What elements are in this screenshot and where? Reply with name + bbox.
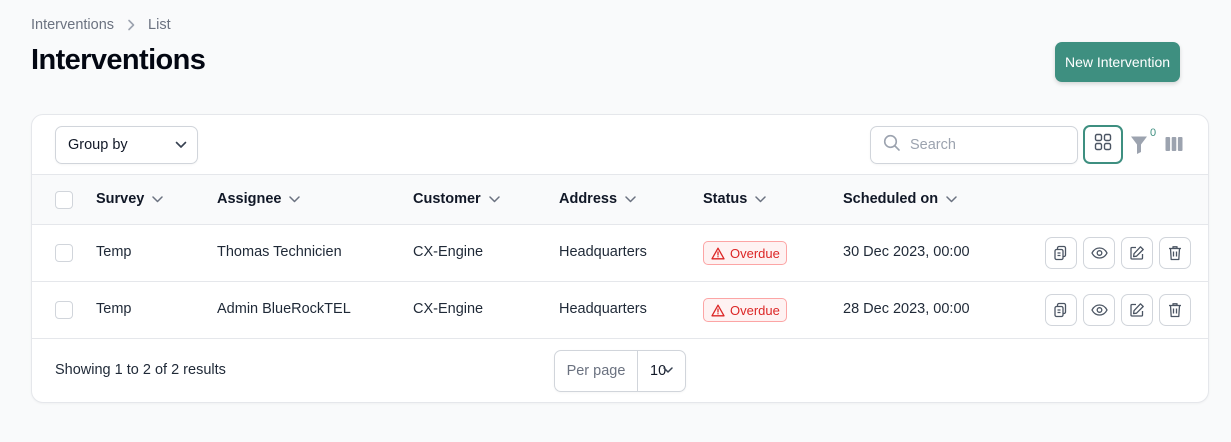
chevron-right-icon bbox=[127, 19, 135, 31]
results-summary: Showing 1 to 2 of 2 results bbox=[55, 362, 226, 378]
per-page-select: Per page 10 bbox=[554, 350, 686, 392]
per-page-label: Per page bbox=[555, 351, 638, 391]
warning-icon bbox=[711, 247, 725, 259]
status-label: Overdue bbox=[730, 302, 780, 318]
scheduled-cell: 28 Dec 2023, 00:00 bbox=[843, 301, 970, 317]
table-row[interactable]: Temp Admin BlueRockTEL CX-Engine Headqua… bbox=[32, 282, 1208, 339]
search-box bbox=[870, 126, 1078, 164]
assignee-cell: Admin BlueRockTEL bbox=[217, 301, 351, 317]
assignee-cell: Thomas Technicien bbox=[217, 244, 342, 260]
filter-count-badge: 0 bbox=[1149, 127, 1157, 139]
survey-cell: Temp bbox=[96, 301, 132, 317]
column-label: Assignee bbox=[217, 191, 282, 207]
group-by-select[interactable]: Group by bbox=[55, 126, 198, 164]
replicate-icon bbox=[1054, 245, 1067, 261]
edit-button[interactable] bbox=[1121, 237, 1153, 269]
column-header-customer[interactable]: Customer bbox=[413, 191, 500, 207]
filter-button[interactable] bbox=[1130, 135, 1148, 155]
delete-icon bbox=[1169, 246, 1181, 261]
customer-cell: CX-Engine bbox=[413, 244, 484, 260]
column-label: Customer bbox=[413, 191, 481, 207]
page-title: Interventions bbox=[31, 44, 206, 76]
grid-view-button[interactable] bbox=[1083, 125, 1123, 164]
row-checkbox[interactable] bbox=[55, 301, 73, 319]
status-badge: Overdue bbox=[703, 298, 787, 322]
breadcrumb-parent[interactable]: Interventions bbox=[31, 17, 114, 33]
columns-icon bbox=[1165, 137, 1183, 156]
table-row[interactable]: Temp Thomas Technicien CX-Engine Headqua… bbox=[32, 225, 1208, 282]
column-header-survey[interactable]: Survey bbox=[96, 191, 164, 207]
breadcrumb-current: List bbox=[148, 17, 171, 33]
search-input[interactable] bbox=[910, 137, 1060, 153]
column-header-scheduled-on[interactable]: Scheduled on bbox=[843, 191, 957, 207]
table-header: Survey Assignee Customer Address Status … bbox=[32, 175, 1208, 225]
customer-cell: CX-Engine bbox=[413, 301, 484, 317]
status-label: Overdue bbox=[730, 245, 780, 261]
address-cell: Headquarters bbox=[559, 301, 647, 317]
edit-icon bbox=[1130, 246, 1144, 260]
delete-button[interactable] bbox=[1159, 237, 1191, 269]
column-label: Status bbox=[703, 191, 748, 207]
row-checkbox[interactable] bbox=[55, 244, 73, 262]
table-toolbar: Group by 0 bbox=[32, 115, 1208, 175]
survey-cell: Temp bbox=[96, 244, 132, 260]
status-badge: Overdue bbox=[703, 241, 787, 265]
chevron-down-icon bbox=[289, 195, 301, 203]
group-by-label: Group by bbox=[68, 137, 128, 153]
search-icon bbox=[883, 134, 901, 157]
chevron-down-icon bbox=[488, 195, 500, 203]
view-button[interactable] bbox=[1083, 294, 1115, 326]
interventions-table-card: Group by 0 bbox=[31, 114, 1209, 403]
column-header-address[interactable]: Address bbox=[559, 191, 636, 207]
edit-icon bbox=[1130, 303, 1144, 317]
delete-button[interactable] bbox=[1159, 294, 1191, 326]
replicate-icon bbox=[1054, 302, 1067, 318]
column-header-status[interactable]: Status bbox=[703, 191, 767, 207]
chevron-down-icon bbox=[175, 137, 187, 153]
grid-icon bbox=[1094, 133, 1112, 156]
per-page-dropdown[interactable]: 10 bbox=[638, 351, 685, 391]
delete-icon bbox=[1169, 303, 1181, 318]
new-intervention-button[interactable]: New Intervention bbox=[1055, 42, 1180, 82]
columns-toggle-button[interactable] bbox=[1165, 136, 1183, 157]
chevron-down-icon bbox=[152, 195, 164, 203]
chevron-down-icon bbox=[625, 195, 636, 203]
column-header-assignee[interactable]: Assignee bbox=[217, 191, 301, 207]
chevron-down-icon bbox=[755, 195, 767, 203]
breadcrumb: Interventions List bbox=[31, 17, 171, 33]
select-all-checkbox[interactable] bbox=[55, 191, 73, 209]
chevron-down-icon bbox=[663, 367, 673, 373]
scheduled-cell: 30 Dec 2023, 00:00 bbox=[843, 244, 970, 260]
table-footer: Showing 1 to 2 of 2 results Per page 10 bbox=[32, 339, 1208, 402]
replicate-button[interactable] bbox=[1045, 294, 1077, 326]
address-cell: Headquarters bbox=[559, 244, 647, 260]
edit-button[interactable] bbox=[1121, 294, 1153, 326]
column-label: Survey bbox=[96, 191, 145, 207]
warning-icon bbox=[711, 304, 725, 316]
filter-icon bbox=[1130, 136, 1148, 159]
column-label: Address bbox=[559, 191, 618, 207]
column-label: Scheduled on bbox=[843, 191, 939, 207]
view-button[interactable] bbox=[1083, 237, 1115, 269]
chevron-down-icon bbox=[946, 195, 957, 203]
view-icon bbox=[1090, 247, 1108, 259]
view-icon bbox=[1090, 304, 1108, 316]
replicate-button[interactable] bbox=[1045, 237, 1077, 269]
